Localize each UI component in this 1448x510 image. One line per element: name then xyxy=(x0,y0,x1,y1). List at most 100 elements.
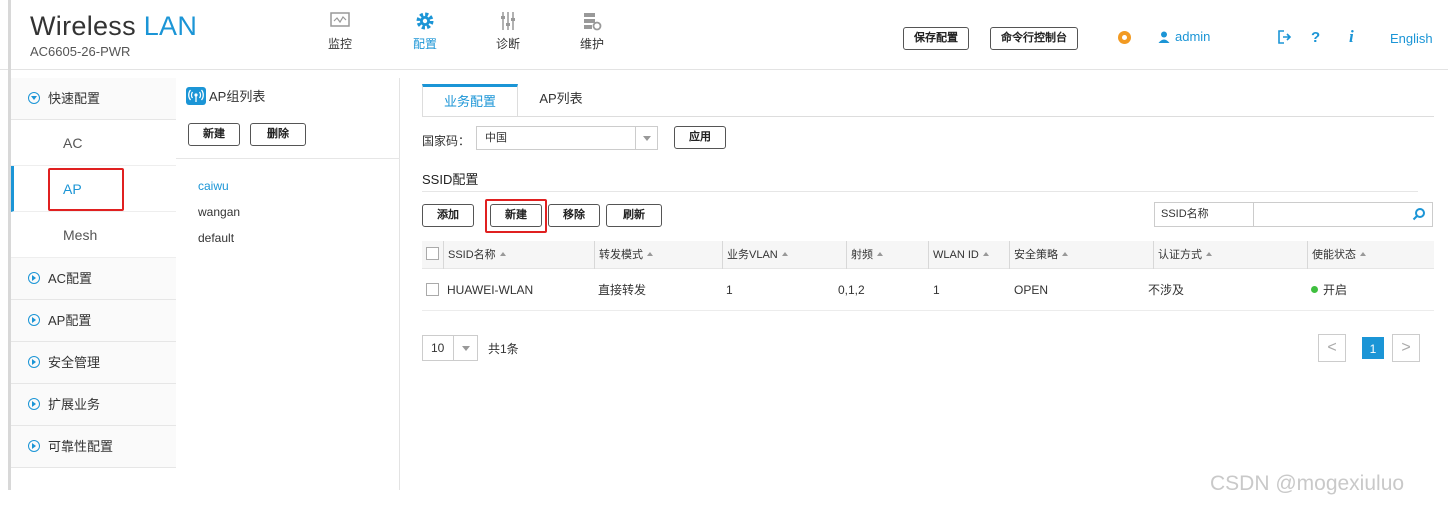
remove-ssid-button[interactable]: 移除 xyxy=(548,204,600,227)
cell-service-vlan: 1 xyxy=(726,283,733,297)
nav-config-label: 配置 xyxy=(412,37,437,51)
column-label: 认证方式 xyxy=(1158,249,1202,261)
sidebar-item-label: 扩展业务 xyxy=(48,397,101,412)
sidebar-sub-mesh[interactable]: Mesh xyxy=(11,212,176,258)
select-all-checkbox[interactable] xyxy=(426,241,439,269)
prev-page-button[interactable]: < xyxy=(1318,334,1346,362)
sidebar-item-ac-config[interactable]: AC配置 xyxy=(11,258,176,300)
chevron-down-icon xyxy=(453,336,477,360)
notification-icon[interactable] xyxy=(1118,31,1131,44)
column-auth-method[interactable]: 认证方式 xyxy=(1153,241,1212,269)
highlight-box-ap xyxy=(48,168,124,211)
nav-maintain[interactable]: 维护 xyxy=(562,10,622,52)
page-1-button[interactable]: 1 xyxy=(1362,337,1384,359)
page-size-select[interactable]: 10 xyxy=(422,335,478,361)
sidebar: 快速配置 AC AP Mesh AC配置 AP配置 安全管理 扩展业务 可靠性配… xyxy=(11,78,176,468)
search-field-label[interactable]: SSID名称 xyxy=(1154,202,1254,227)
ap-group-list: caiwu wangan default xyxy=(198,179,240,257)
sidebar-item-label: AP配置 xyxy=(48,313,92,328)
total-count: 共1条 xyxy=(488,342,519,356)
ap-group-item-wangan[interactable]: wangan xyxy=(198,205,240,231)
column-wlan-id[interactable]: WLAN ID xyxy=(928,241,989,269)
sidebar-item-extension[interactable]: 扩展业务 xyxy=(11,384,176,426)
column-label: WLAN ID xyxy=(933,249,979,261)
brand-title: Wireless LAN xyxy=(30,12,197,40)
sort-icon xyxy=(647,252,653,256)
ap-group-item-caiwu[interactable]: caiwu xyxy=(198,179,240,205)
column-radio[interactable]: 射频 xyxy=(846,241,883,269)
sidebar-item-label: AC配置 xyxy=(48,271,93,286)
tab-underline xyxy=(422,116,1434,117)
table-header: SSID名称 转发模式 业务VLAN 射频 WLAN ID 安全策略 认证方式 … xyxy=(422,241,1434,269)
nav-maintain-label: 维护 xyxy=(579,37,604,51)
next-page-button[interactable]: > xyxy=(1392,334,1420,362)
column-forward-mode[interactable]: 转发模式 xyxy=(594,241,653,269)
expand-icon xyxy=(28,398,40,410)
ap-group-item-default[interactable]: default xyxy=(198,231,240,257)
sort-icon xyxy=(1360,252,1366,256)
column-service-vlan[interactable]: 业务VLAN xyxy=(722,241,788,269)
nav-monitor[interactable]: 监控 xyxy=(310,10,370,52)
sort-icon xyxy=(781,252,788,256)
column-ssid-name[interactable]: SSID名称 xyxy=(443,241,506,269)
cell-radio: 0,1,2 xyxy=(838,283,865,297)
country-code-select[interactable]: 中国 xyxy=(476,126,658,150)
sidebar-item-security[interactable]: 安全管理 xyxy=(11,342,176,384)
highlight-box-new xyxy=(485,199,547,233)
sidebar-item-ap-config[interactable]: AP配置 xyxy=(11,300,176,342)
cli-console-button[interactable]: 命令行控制台 xyxy=(990,27,1078,50)
search-input[interactable] xyxy=(1253,202,1433,227)
nav-monitor-label: 监控 xyxy=(327,37,352,51)
apply-button[interactable]: 应用 xyxy=(674,126,726,149)
column-enable-status[interactable]: 使能状态 xyxy=(1307,241,1366,269)
sidebar-item-label: 安全管理 xyxy=(48,355,101,370)
nav-diagnose[interactable]: 诊断 xyxy=(478,10,538,52)
sidebar-sub-ac[interactable]: AC xyxy=(11,120,176,166)
monitor-icon xyxy=(330,12,350,27)
sidebar-item-reliability[interactable]: 可靠性配置 xyxy=(11,426,176,468)
logout-icon[interactable] xyxy=(1278,30,1292,48)
save-config-button[interactable]: 保存配置 xyxy=(903,27,969,50)
status-text: 开启 xyxy=(1323,283,1348,297)
device-model: AC6605-26-PWR xyxy=(30,44,131,59)
column-security-policy[interactable]: 安全策略 xyxy=(1009,241,1068,269)
nav-config[interactable]: 配置 xyxy=(395,10,455,52)
maintenance-icon xyxy=(584,13,602,31)
column-label: 业务VLAN xyxy=(727,249,778,261)
top-header: Wireless LAN AC6605-26-PWR 监控 配置 诊断 维护 保… xyxy=(0,0,1448,70)
info-icon[interactable]: i xyxy=(1349,27,1354,47)
sidebar-item-quick-config[interactable]: 快速配置 xyxy=(11,78,176,120)
column-label: SSID名称 xyxy=(448,249,496,261)
wifi-icon xyxy=(186,87,206,105)
refresh-button[interactable]: 刷新 xyxy=(606,204,662,227)
cell-ssid-name: HUAWEI-WLAN xyxy=(447,283,534,297)
chevron-down-icon xyxy=(635,127,657,149)
tab-ap-list[interactable]: AP列表 xyxy=(526,84,596,117)
username: admin xyxy=(1175,29,1211,44)
column-label: 安全策略 xyxy=(1014,249,1058,261)
expand-icon xyxy=(28,440,40,452)
new-group-button[interactable]: 新建 xyxy=(188,123,240,146)
row-checkbox[interactable] xyxy=(426,269,439,311)
add-ssid-button[interactable]: 添加 xyxy=(422,204,474,227)
help-icon[interactable]: ? xyxy=(1311,29,1320,46)
column-label: 转发模式 xyxy=(599,249,643,261)
table-row[interactable]: HUAWEI-WLAN 直接转发 1 0,1,2 1 OPEN 不涉及 开启 xyxy=(422,269,1434,311)
search-icon[interactable] xyxy=(1412,207,1426,221)
expand-icon xyxy=(28,272,40,284)
sort-icon xyxy=(499,252,506,256)
status-dot-icon xyxy=(1311,286,1318,293)
divider xyxy=(176,158,400,159)
user-icon xyxy=(1158,31,1170,43)
sort-icon xyxy=(1206,252,1212,256)
sidebar-sub-label: Mesh xyxy=(63,227,98,243)
watermark: CSDN @mogexiuluo xyxy=(1210,472,1405,495)
brand-title-lan: LAN xyxy=(143,11,198,41)
nav-diagnose-label: 诊断 xyxy=(495,37,520,51)
delete-group-button[interactable]: 删除 xyxy=(250,123,306,146)
sidebar-item-label: 快速配置 xyxy=(48,91,101,106)
language-switch[interactable]: English xyxy=(1390,31,1433,46)
tab-service-config[interactable]: 业务配置 xyxy=(422,84,518,117)
cell-wlan-id: 1 xyxy=(933,283,940,297)
user-menu[interactable]: admin xyxy=(1158,29,1210,44)
